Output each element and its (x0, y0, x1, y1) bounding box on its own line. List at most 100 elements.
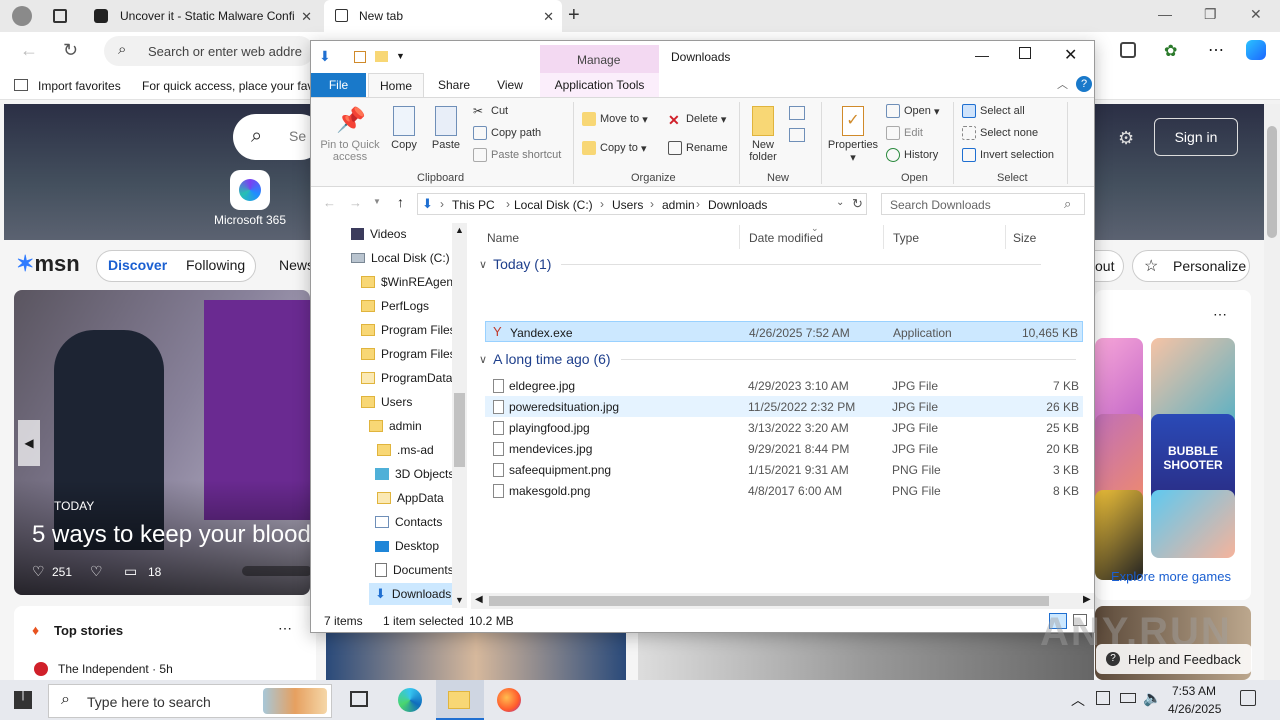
paste-shortcut-button[interactable]: Paste shortcut (473, 148, 561, 162)
nav-item-local-disk[interactable]: Local Disk (C:) (351, 247, 450, 269)
like-icon[interactable]: ♡ (32, 563, 45, 580)
tab-discover[interactable]: Discover (108, 257, 167, 273)
nav-item-contacts[interactable]: Contacts (375, 511, 442, 533)
invert-selection-button[interactable]: Invert selection (962, 148, 1054, 162)
new-folder-qat-icon[interactable] (375, 51, 388, 62)
restore-icon[interactable]: ❐ (1204, 6, 1217, 23)
breadcrumb-admin[interactable]: admin (662, 198, 695, 212)
url-field[interactable]: ⌕ Search or enter web addre (104, 36, 314, 66)
column-header-size[interactable]: Size (1013, 231, 1036, 245)
forward-icon[interactable]: → (349, 195, 362, 210)
nav-item-folder[interactable]: ProgramData (361, 367, 452, 389)
easy-access-icon[interactable] (789, 128, 805, 142)
firefox-icon[interactable] (497, 688, 521, 712)
volume-icon[interactable]: 🔈 (1143, 689, 1162, 707)
breadcrumb[interactable]: ⬇ › This PC › Local Disk (C:) › Users › … (417, 193, 867, 215)
sign-in-button[interactable]: Sign in (1154, 118, 1238, 156)
extensions-icon[interactable]: ✿ (1164, 41, 1177, 61)
explore-more-games-link[interactable]: Explore more games (1111, 569, 1231, 584)
column-header-type[interactable]: Type (893, 231, 919, 245)
file-row[interactable]: makesgold.png 4/8/2017 6:00 AM PNG File … (485, 480, 1083, 501)
import-favorites-link[interactable]: Import favorites (38, 79, 121, 93)
new-tab-button[interactable]: + (568, 4, 580, 27)
cut-button[interactable]: ✂ Cut (473, 104, 508, 118)
back-icon[interactable]: ← (20, 40, 38, 61)
nav-item-folder[interactable]: $WinREAgent (361, 271, 456, 293)
close-icon[interactable]: ✕ (1064, 45, 1077, 65)
nav-item-videos[interactable]: Videos (351, 223, 406, 245)
show-hidden-icons-icon[interactable]: ︿ (1071, 690, 1085, 710)
nav-item-admin[interactable]: admin (369, 415, 422, 437)
settings-more-icon[interactable]: ⋯ (1208, 40, 1224, 60)
refresh-icon[interactable]: ↻ (852, 196, 863, 212)
properties-qat-icon[interactable] (354, 51, 366, 63)
delete-button[interactable]: ✕ Delete ▾ (668, 112, 726, 128)
task-view-icon[interactable] (350, 691, 368, 707)
new-folder-button[interactable]: New folder (745, 106, 781, 163)
move-to-button[interactable]: Move to ▾ (582, 112, 648, 126)
news-image[interactable] (638, 632, 1094, 680)
file-row[interactable]: mendevices.jpg 9/29/2021 8:44 PM JPG Fil… (485, 438, 1083, 459)
back-icon[interactable]: ← (323, 195, 336, 210)
close-tab-icon[interactable]: ✕ (301, 9, 312, 25)
nav-item-folder[interactable]: Program Files (361, 319, 456, 341)
tab-view[interactable]: View (483, 73, 537, 97)
select-all-button[interactable]: Select all (962, 104, 1025, 118)
group-header-long-time-ago[interactable]: ∨ A long time ago (6) (479, 351, 1076, 367)
start-windows-icon[interactable] (14, 691, 32, 709)
nav-item-folder[interactable]: PerfLogs (361, 295, 429, 317)
group-header-today[interactable]: ∨ Today (1) (479, 256, 1042, 272)
up-icon[interactable]: ↑ (397, 194, 404, 210)
address-dropdown-icon[interactable]: ⌄ (836, 197, 844, 208)
collections-icon[interactable] (1120, 42, 1136, 58)
settings-gear-icon[interactable]: ⚙ (1118, 128, 1134, 149)
carousel-prev-icon[interactable]: ◀ (18, 420, 40, 466)
battery-icon[interactable] (1120, 693, 1136, 703)
taskbar-search-input[interactable]: ⌕ Type here to search (48, 684, 332, 718)
copy-to-button[interactable]: Copy to ▾ (582, 141, 647, 155)
minimize-icon[interactable]: — (975, 47, 989, 63)
customize-qat-icon[interactable]: ▼ (396, 51, 405, 61)
copy-path-button[interactable]: Copy path (473, 126, 541, 140)
clock-time[interactable]: 7:53 AM (1172, 684, 1216, 698)
breadcrumb-downloads[interactable]: Downloads (708, 198, 767, 212)
column-header-date-modified[interactable]: Date modified (749, 231, 823, 245)
recent-locations-icon[interactable]: ▼ (373, 197, 381, 206)
tab-application-tools[interactable]: Application Tools (540, 73, 659, 97)
news-image[interactable] (326, 632, 626, 680)
help-and-feedback-button[interactable]: ? Help and Feedback (1096, 644, 1252, 674)
page-scrollbar[interactable] (1264, 104, 1280, 680)
nav-item-appdata[interactable]: AppData (377, 487, 444, 509)
nav-item-documents[interactable]: Documents (375, 559, 454, 581)
edit-button[interactable]: Edit (886, 126, 923, 140)
tab-share[interactable]: Share (429, 73, 479, 97)
history-button[interactable]: History (886, 148, 938, 162)
file-row[interactable]: Y Yandex.exe 4/26/2025 7:52 AM Applicati… (485, 321, 1083, 342)
breadcrumb-users[interactable]: Users (612, 198, 643, 212)
refresh-icon[interactable]: ↻ (63, 40, 78, 61)
file-row[interactable]: poweredsituation.jpg 11/25/2022 2:32 PM … (485, 396, 1083, 417)
nav-item-desktop[interactable]: Desktop (375, 535, 439, 557)
tab-uncover-it[interactable]: Uncover it - Static Malware Confi ✕ (84, 0, 320, 32)
story-source[interactable]: The Independent · 5h (58, 662, 173, 676)
game-tile[interactable] (1151, 490, 1235, 558)
game-tile[interactable] (1095, 490, 1143, 580)
file-row[interactable]: playingfood.jpg 3/13/2022 3:20 AM JPG Fi… (485, 417, 1083, 438)
hero-headline[interactable]: 5 ways to keep your blood (32, 521, 310, 549)
tab-home[interactable]: Home (368, 73, 424, 97)
msn-logo[interactable]: ✶msn (16, 251, 80, 277)
microsoft-365-icon[interactable] (230, 170, 270, 210)
explorer-search-input[interactable]: Search Downloads ⌕ (881, 193, 1085, 215)
clock-date[interactable]: 4/26/2025 (1168, 702, 1221, 716)
network-icon[interactable] (1096, 691, 1110, 705)
tab-new-tab[interactable]: New tab ✕ (324, 0, 562, 32)
rename-button[interactable]: Rename (668, 141, 728, 155)
open-button[interactable]: Open ▾ (886, 104, 940, 118)
breadcrumb-local-disk[interactable]: Local Disk (C:) (514, 198, 593, 212)
file-row[interactable]: eldegree.jpg 4/29/2023 3:10 AM JPG File … (485, 375, 1083, 396)
column-header-name[interactable]: Name (487, 231, 519, 245)
properties-button[interactable]: ✓ Properties ▾ (825, 106, 881, 164)
nav-item-folder[interactable]: Program Files (361, 343, 456, 365)
file-list-scrollbar[interactable]: ◀ ▶ (471, 593, 1094, 609)
close-tab-icon[interactable]: ✕ (543, 9, 554, 25)
